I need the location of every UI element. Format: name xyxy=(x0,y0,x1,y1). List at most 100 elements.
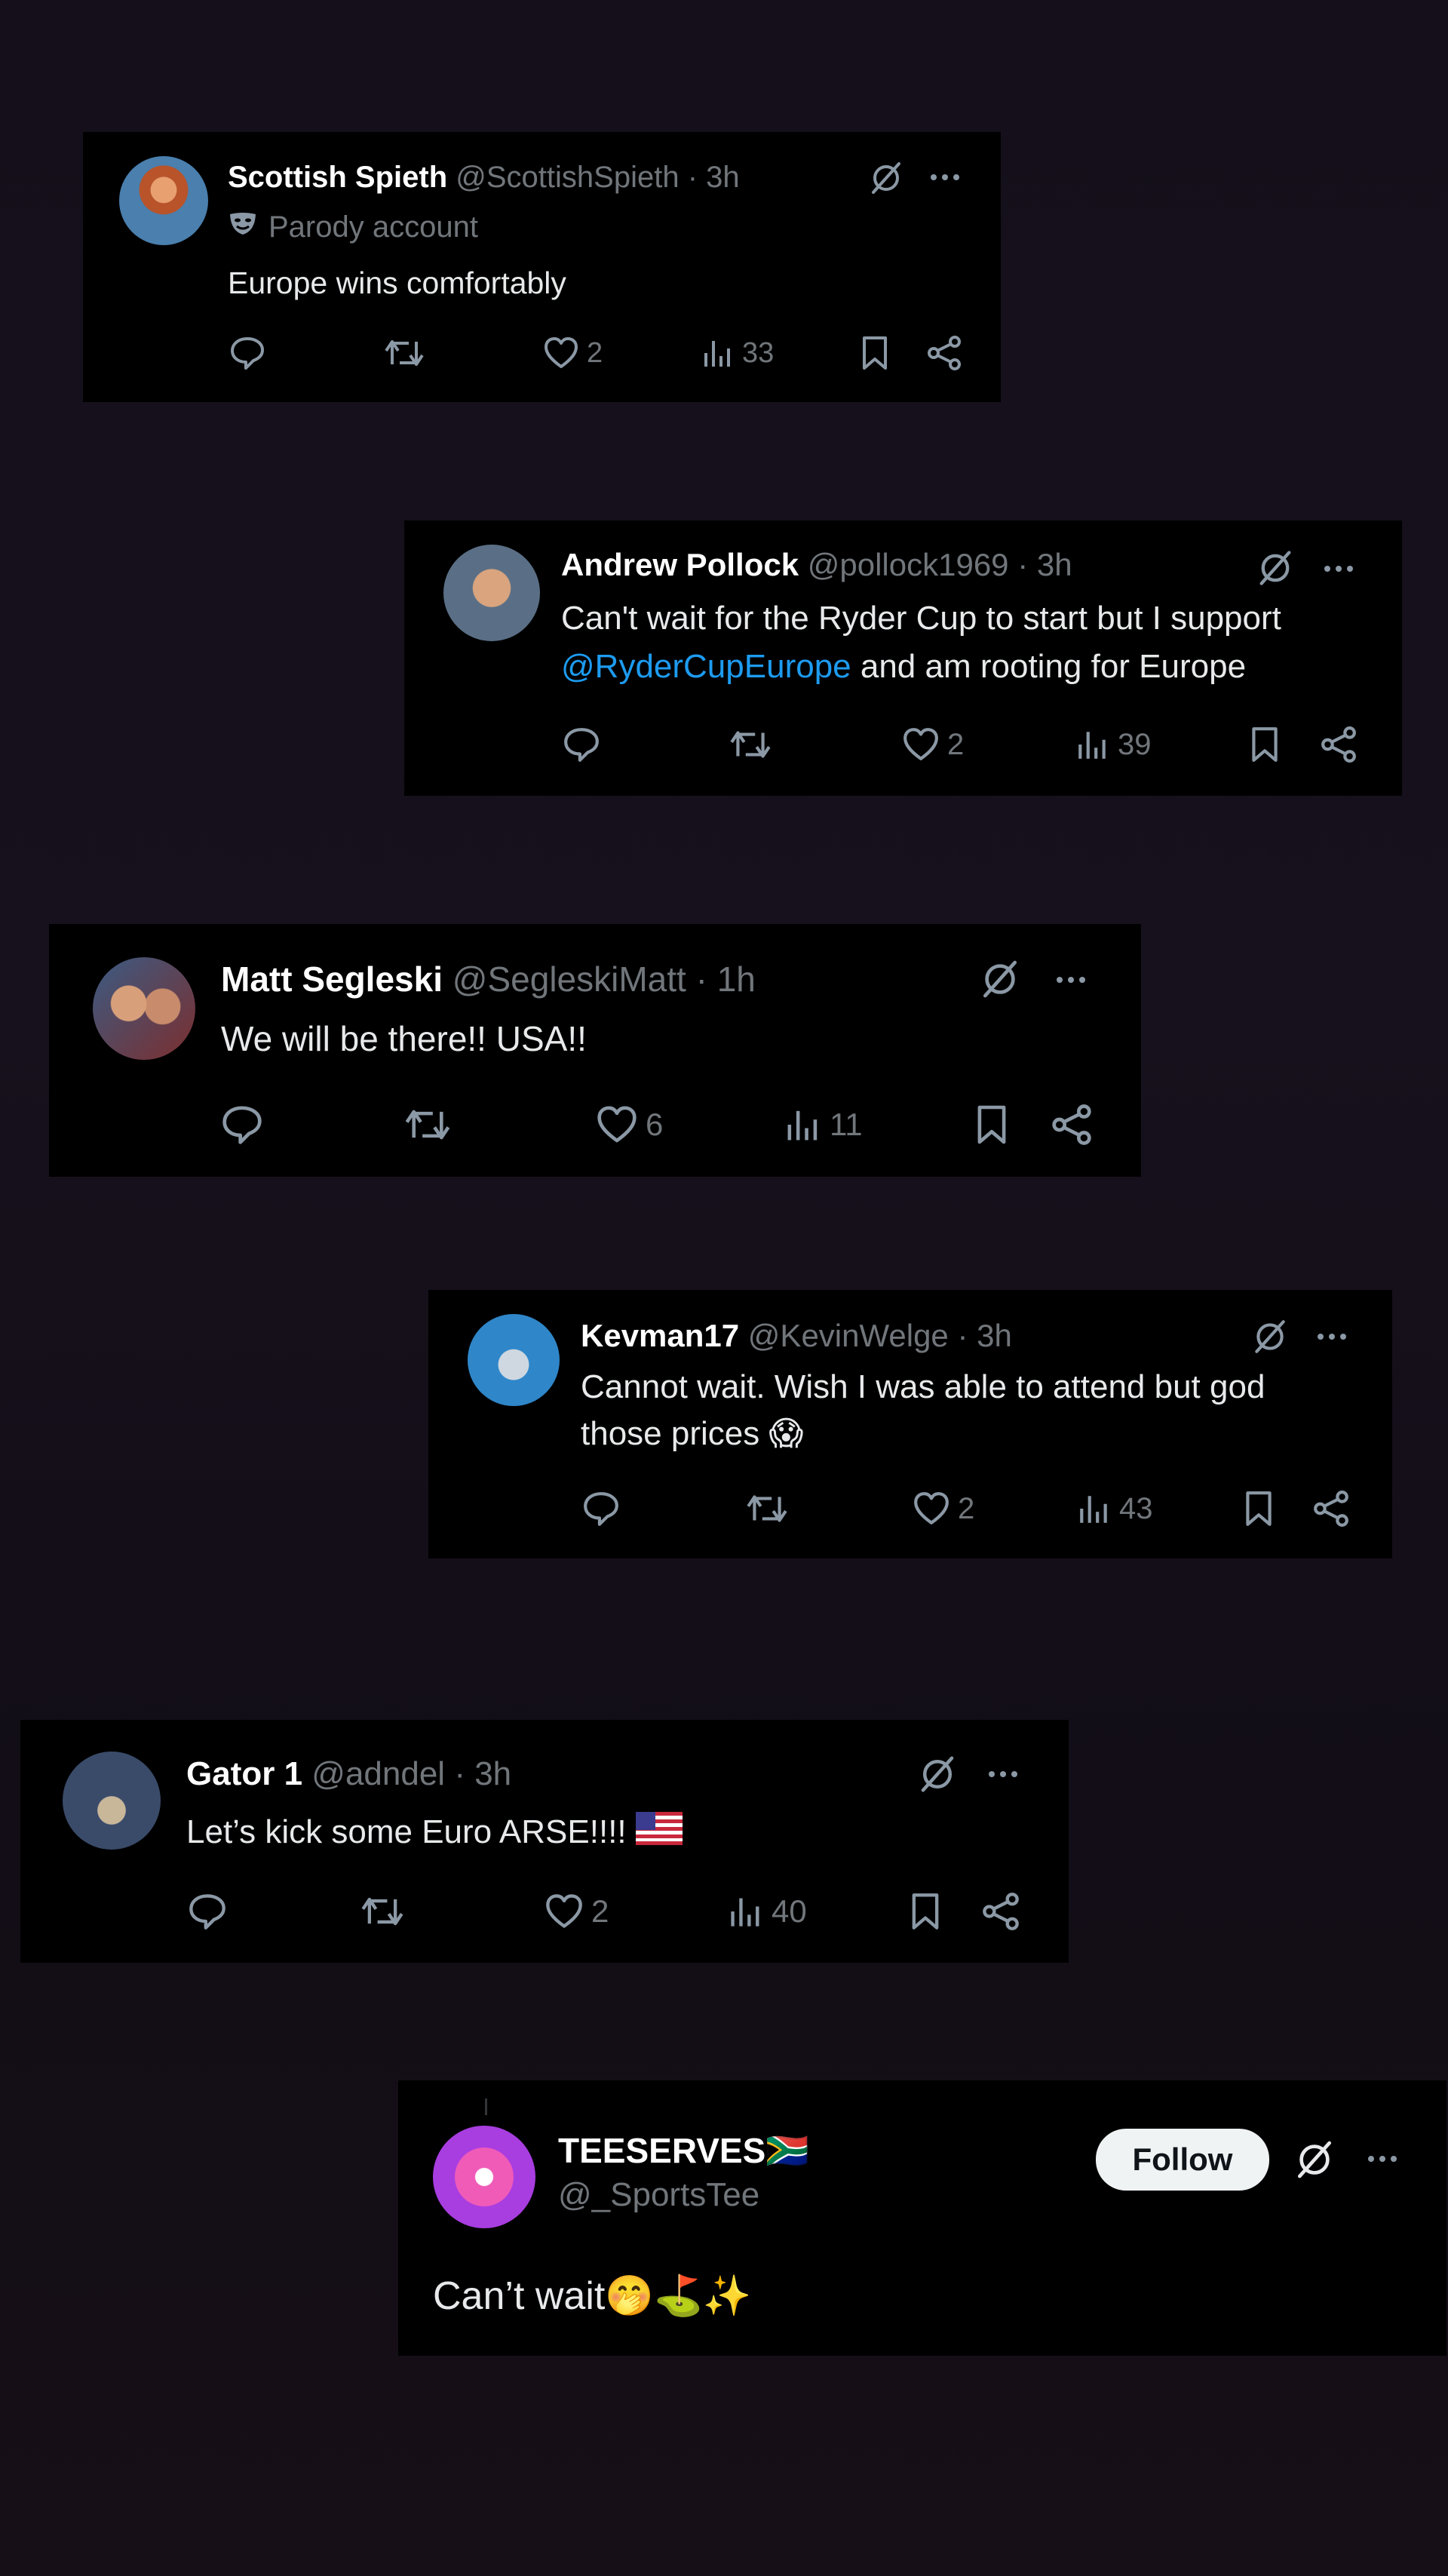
reply-button[interactable] xyxy=(188,1890,227,1933)
avatar[interactable] xyxy=(119,156,208,245)
bookmark-button[interactable] xyxy=(974,1102,1009,1147)
more-icon[interactable] xyxy=(928,171,962,187)
more-icon[interactable] xyxy=(984,1768,1022,1784)
views-button[interactable]: 39 xyxy=(1075,724,1152,765)
retweet-button[interactable] xyxy=(403,1102,452,1147)
tweet-card[interactable]: Scottish Spieth @ScottishSpieth · 3h Par… xyxy=(83,132,1001,402)
like-icon xyxy=(913,1491,950,1526)
views-count: 40 xyxy=(772,1893,807,1929)
retweet-icon xyxy=(383,336,425,370)
user-handle[interactable]: @KevinWelge xyxy=(748,1318,949,1353)
more-icon[interactable] xyxy=(1052,974,1090,990)
timestamp[interactable]: · 3h xyxy=(688,161,740,194)
avatar[interactable] xyxy=(443,545,540,641)
user-handle[interactable]: @_SportsTee xyxy=(558,2176,759,2213)
views-button[interactable]: 33 xyxy=(701,334,774,372)
like-icon xyxy=(543,336,579,370)
share-icon xyxy=(1320,726,1358,763)
us-flag-emoji xyxy=(635,1811,683,1858)
retweet-button[interactable] xyxy=(729,724,772,765)
tweet-card[interactable]: TEESERVES🇿🇦 @_SportsTee Follow Can’t wai… xyxy=(398,2080,1446,2356)
views-icon xyxy=(728,1893,764,1930)
grok-icon[interactable] xyxy=(1250,1317,1290,1360)
views-count: 11 xyxy=(830,1107,863,1142)
like-icon xyxy=(902,727,940,762)
grok-icon[interactable] xyxy=(1255,548,1296,592)
more-icon[interactable] xyxy=(1364,2153,1401,2169)
like-button[interactable]: 2 xyxy=(545,1890,609,1933)
retweet-button[interactable] xyxy=(360,1890,405,1933)
display-name[interactable]: Matt Segleski xyxy=(221,959,443,999)
views-button[interactable]: 40 xyxy=(728,1890,807,1933)
like-button[interactable]: 2 xyxy=(902,724,964,765)
retweet-button[interactable] xyxy=(745,1489,789,1528)
reply-button[interactable] xyxy=(229,334,265,372)
tweet-card[interactable]: Kevman17 @KevinWelge · 3h Cannot wait. W… xyxy=(428,1290,1392,1558)
more-icon[interactable] xyxy=(1321,563,1357,579)
like-button[interactable]: 2 xyxy=(913,1489,974,1528)
tweet-text: Europe wins comfortably xyxy=(228,266,566,300)
views-count: 33 xyxy=(742,336,775,369)
display-name[interactable]: TEESERVES🇿🇦 xyxy=(558,2131,809,2170)
more-icon[interactable] xyxy=(1315,1331,1349,1346)
share-icon xyxy=(1051,1104,1093,1146)
bookmark-button[interactable] xyxy=(860,334,890,372)
share-button[interactable] xyxy=(981,1890,1020,1933)
share-button[interactable] xyxy=(1312,1489,1350,1528)
display-name[interactable]: Scottish Spieth xyxy=(228,161,447,194)
display-name[interactable]: Kevman17 xyxy=(581,1318,739,1353)
tweet-text-line: Cannot wait. Wish I was able to attend b… xyxy=(581,1368,1265,1405)
bookmark-button[interactable] xyxy=(909,1890,942,1933)
tweet-card[interactable]: Andrew Pollock @pollock1969 · 3h Can't w… xyxy=(404,520,1402,796)
follow-button[interactable]: Follow xyxy=(1096,2129,1269,2191)
views-icon xyxy=(784,1106,822,1144)
tweet-text: We will be there!! USA!! xyxy=(221,1019,587,1058)
avatar[interactable] xyxy=(468,1314,560,1406)
bookmark-icon xyxy=(909,1892,942,1931)
display-name[interactable]: Gator 1 xyxy=(186,1755,302,1792)
reply-icon xyxy=(582,1491,620,1527)
like-button[interactable]: 2 xyxy=(543,334,603,372)
bookmark-button[interactable] xyxy=(1243,1489,1275,1528)
share-icon xyxy=(1312,1490,1350,1527)
mention-link[interactable]: @RyderCupEurope xyxy=(561,648,851,685)
avatar[interactable] xyxy=(433,2126,535,2228)
share-button[interactable] xyxy=(926,334,962,372)
tweet-card[interactable]: Matt Segleski @SegleskiMatt · 1h We will… xyxy=(49,924,1141,1177)
grok-icon[interactable] xyxy=(916,1753,959,1799)
user-handle[interactable]: @pollock1969 xyxy=(808,547,1009,582)
reply-button[interactable] xyxy=(563,724,600,765)
share-button[interactable] xyxy=(1320,724,1358,765)
timestamp[interactable]: · 3h xyxy=(1017,547,1072,582)
tweet-card[interactable]: Gator 1 @adndel · 3h Let’s kick some Eur… xyxy=(20,1720,1069,1963)
views-button[interactable]: 11 xyxy=(784,1102,863,1147)
share-icon xyxy=(981,1892,1020,1931)
timestamp[interactable]: · 3h xyxy=(957,1318,1011,1353)
avatar[interactable] xyxy=(63,1752,161,1850)
views-button[interactable]: 43 xyxy=(1077,1489,1153,1528)
user-handle[interactable]: @ScottishSpieth xyxy=(456,161,679,194)
reply-icon xyxy=(188,1893,227,1930)
tweet-text-line: Can't wait for the Ryder Cup to start bu… xyxy=(561,600,1281,637)
timestamp[interactable]: · 3h xyxy=(454,1755,511,1792)
retweet-button[interactable] xyxy=(383,334,425,372)
timestamp[interactable]: · 1h xyxy=(696,959,756,999)
bookmark-icon xyxy=(1243,1490,1275,1527)
display-name[interactable]: Andrew Pollock xyxy=(561,547,799,582)
reply-button[interactable] xyxy=(582,1489,620,1528)
user-handle[interactable]: @adndel xyxy=(311,1755,445,1792)
user-handle[interactable]: @SegleskiMatt xyxy=(452,959,686,999)
bookmark-button[interactable] xyxy=(1249,724,1281,765)
reply-button[interactable] xyxy=(221,1102,263,1147)
views-icon xyxy=(1077,1491,1112,1526)
views-count: 39 xyxy=(1118,727,1152,761)
thread-line xyxy=(485,2099,487,2115)
share-button[interactable] xyxy=(1051,1102,1093,1147)
grok-icon[interactable] xyxy=(1293,2138,1336,2185)
grok-icon[interactable] xyxy=(867,159,905,201)
avatar[interactable] xyxy=(93,957,195,1060)
parody-badge: Parody account xyxy=(268,210,478,244)
grok-icon[interactable] xyxy=(978,957,1022,1005)
reply-icon xyxy=(221,1104,263,1145)
like-button[interactable]: 6 xyxy=(596,1102,663,1147)
